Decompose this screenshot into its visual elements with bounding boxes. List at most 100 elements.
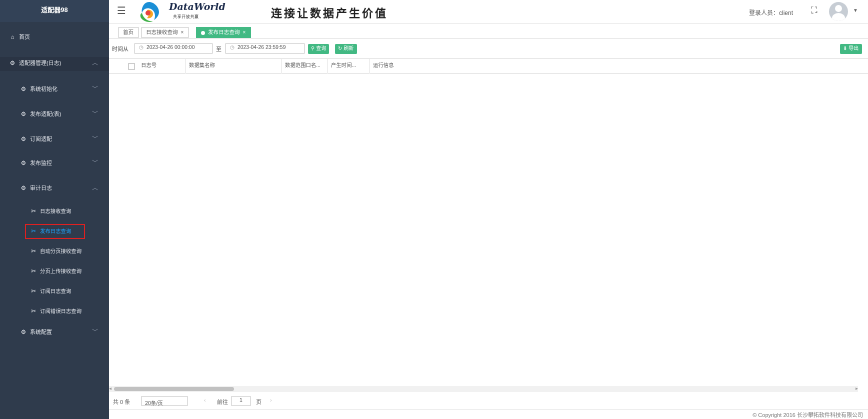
refresh-label: 刷新 — [343, 46, 354, 52]
logo-icon — [140, 2, 159, 22]
sidebar-item-auto-page-receive-query[interactable]: ✂ 自动分页接收查询 — [0, 245, 109, 259]
query-label: 查询 — [316, 46, 327, 52]
download-icon: ⬇ — [843, 46, 848, 52]
header-slogan: 连接让数据产生价值 — [271, 7, 388, 20]
avatar[interactable] — [829, 2, 848, 21]
sidebar-item-system-config[interactable]: ⚙ 系统配置 ﹀ — [0, 326, 109, 340]
end-time-value: 2023-04-26 23:59:59 — [237, 45, 286, 51]
select-all-checkbox[interactable] — [128, 63, 135, 70]
home-icon: ⌂ — [10, 35, 15, 41]
selection-highlight — [25, 224, 85, 239]
goto-label: 前往 — [217, 400, 229, 406]
tab-label: 日志接收查询 — [146, 30, 178, 36]
sidebar-item-page-upload-receive-query[interactable]: ✂ 分页上传接收查询 — [0, 265, 109, 279]
time-from-label: 时间从 — [112, 47, 129, 53]
gear-icon: ⚙ — [20, 112, 27, 118]
sidebar-item-audit-log[interactable]: ⚙ 审计日志 ︿ — [0, 182, 109, 196]
logo-subtitle: 共享开放共赢 — [173, 14, 199, 19]
sidebar-item-subscribe-error-log-query[interactable]: ✂ 订阅错误日志查询 — [0, 305, 109, 319]
sidebar-title: 适配器98 — [0, 0, 109, 22]
close-icon[interactable]: × — [243, 30, 246, 36]
menu-toggle-icon[interactable]: ☰ — [117, 6, 126, 17]
tab-bar: 首页 日志接收查询 × 发布日志查询 × — [109, 25, 868, 39]
sidebar-item-label: 发布监控 — [30, 161, 53, 167]
page-number-input[interactable]: 1 — [231, 396, 251, 406]
tab-publish-log-query[interactable]: 发布日志查询 × — [196, 27, 251, 38]
login-user-label: 登录人员：client — [749, 11, 794, 17]
sidebar-item-label: 订阅日志查询 — [40, 289, 72, 295]
refresh-button[interactable]: ↻ 刷新 — [335, 44, 357, 54]
next-page-icon[interactable]: › — [270, 398, 272, 404]
sidebar-item-label: 日志接收查询 — [40, 209, 72, 215]
caret-down-icon[interactable]: ▼ — [853, 8, 858, 14]
chevron-up-icon: ︿ — [91, 186, 98, 192]
sidebar: 适配器98 ⌂ 首页 ⚙ 适配器管理(日志) ︿ ⚙ 系统初始化 ﹀ ⚙ 发布适配(表)… — [0, 0, 109, 419]
export-label: 导出 — [848, 46, 859, 52]
sidebar-item-label: 订阅适配 — [30, 137, 53, 143]
scroll-right-icon[interactable]: ▸ — [855, 386, 858, 392]
column-header-dataset-name[interactable]: 数据集名称 — [186, 59, 282, 74]
refresh-icon: ↻ — [338, 46, 343, 52]
column-header-data-range[interactable]: 数据范围口名... — [282, 59, 328, 74]
filter-bar: 时间从 ◷ 2023-04-26 00:00:00 至 ◷ 2023-04-26 2… — [109, 42, 868, 56]
end-time-input[interactable]: ◷ 2023-04-26 23:59:59 — [225, 43, 305, 54]
gear-icon: ⚙ — [20, 330, 27, 336]
sidebar-item-system-init[interactable]: ⚙ 系统初始化 ﹀ — [0, 83, 109, 97]
chevron-down-icon: ﹀ — [91, 112, 98, 118]
sidebar-item-adapter-management[interactable]: ⚙ 适配器管理(日志) ︿ — [0, 57, 109, 71]
query-button[interactable]: ⚲ 查询 — [308, 44, 330, 54]
clock-icon: ◷ — [230, 45, 235, 51]
page-size-select[interactable]: 20条/页 ⌄ — [141, 396, 188, 407]
sidebar-item-home[interactable]: ⌂ 首页 — [0, 31, 109, 45]
fullscreen-icon[interactable]: ⛶ — [811, 5, 817, 16]
chevron-down-icon: ﹀ — [91, 330, 98, 336]
export-button[interactable]: ⬇ 导出 — [840, 44, 862, 54]
app-root: 适配器98 ⌂ 首页 ⚙ 适配器管理(日志) ︿ ⚙ 系统初始化 ﹀ ⚙ 发布适配(表)… — [0, 0, 868, 419]
column-header-created-time[interactable]: 产生时间... — [328, 59, 370, 74]
tab-label: 首页 — [123, 30, 134, 36]
footer: © Copyright 2016 长沙攀拓软件科技有限公司 — [109, 409, 868, 419]
sidebar-item-publish-adapter[interactable]: ⚙ 发布适配(表) ﹀ — [0, 108, 109, 122]
sidebar-item-label: 自动分页接收查询 — [40, 249, 82, 255]
chevron-down-icon: ﹀ — [91, 87, 98, 93]
start-time-value: 2023-04-26 00:00:00 — [146, 45, 195, 51]
tab-home[interactable]: 首页 — [118, 27, 139, 38]
active-dot-icon — [201, 30, 205, 35]
horizontal-scrollbar[interactable]: ◂ ▸ — [109, 386, 858, 392]
tab-log-receive-query[interactable]: 日志接收查询 × — [141, 27, 189, 38]
sidebar-item-publish-monitor[interactable]: ⚙ 发布监控 ﹀ — [0, 157, 109, 171]
data-table: 日志号 数据集名称 数据范围口名... 产生时间... 运行信息 — [109, 58, 868, 388]
column-header-log-id[interactable]: 日志号 — [138, 59, 186, 74]
tools-icon: ✂ — [30, 269, 37, 275]
copyright-text: © Copyright 2016 长沙攀拓软件科技有限公司 — [752, 413, 863, 419]
sidebar-item-log-receive-query[interactable]: ✂ 日志接收查询 — [0, 205, 109, 219]
sidebar-item-label: 系统初始化 — [30, 87, 58, 93]
start-time-input[interactable]: ◷ 2023-04-26 00:00:00 — [134, 43, 213, 54]
total-count: 共 0 条 — [113, 400, 131, 406]
sidebar-item-label: 系统配置 — [30, 330, 53, 336]
header: ☰ DataWorld 共享开放共赢 连接让数据产生价值 登录人员：client… — [109, 0, 868, 24]
pagination: 共 0 条 20条/页 ⌄ ‹ 前往 1 页 › — [109, 395, 868, 409]
prev-page-icon[interactable]: ‹ — [204, 398, 206, 404]
tab-label: 发布日志查询 — [208, 30, 240, 36]
sidebar-item-label: 发布适配(表) — [30, 112, 62, 118]
range-separator: 至 — [216, 47, 222, 53]
search-icon: ⚲ — [311, 46, 315, 52]
tools-icon: ✂ — [30, 289, 37, 295]
tools-icon: ✂ — [30, 249, 37, 255]
clock-icon: ◷ — [139, 45, 144, 51]
sidebar-item-subscribe-log-query[interactable]: ✂ 订阅日志查询 — [0, 285, 109, 299]
sidebar-item-label: 订阅错误日志查询 — [40, 309, 82, 315]
sidebar-item-label: 审计日志 — [30, 186, 53, 192]
gear-icon: ⚙ — [20, 161, 27, 167]
tools-icon: ✂ — [30, 309, 37, 315]
gear-icon: ⚙ — [20, 186, 27, 192]
gear-icon: ⚙ — [9, 61, 16, 67]
chevron-down-icon: ﹀ — [91, 161, 98, 167]
scrollbar-thumb[interactable] — [114, 387, 234, 391]
scroll-left-icon[interactable]: ◂ — [109, 386, 112, 392]
sidebar-item-subscribe-adapter[interactable]: ⚙ 订阅适配 ﹀ — [0, 133, 109, 147]
logo-text: DataWorld — [169, 2, 226, 13]
close-icon[interactable]: × — [181, 30, 184, 36]
column-header-run-info[interactable]: 运行信息 — [370, 59, 410, 74]
